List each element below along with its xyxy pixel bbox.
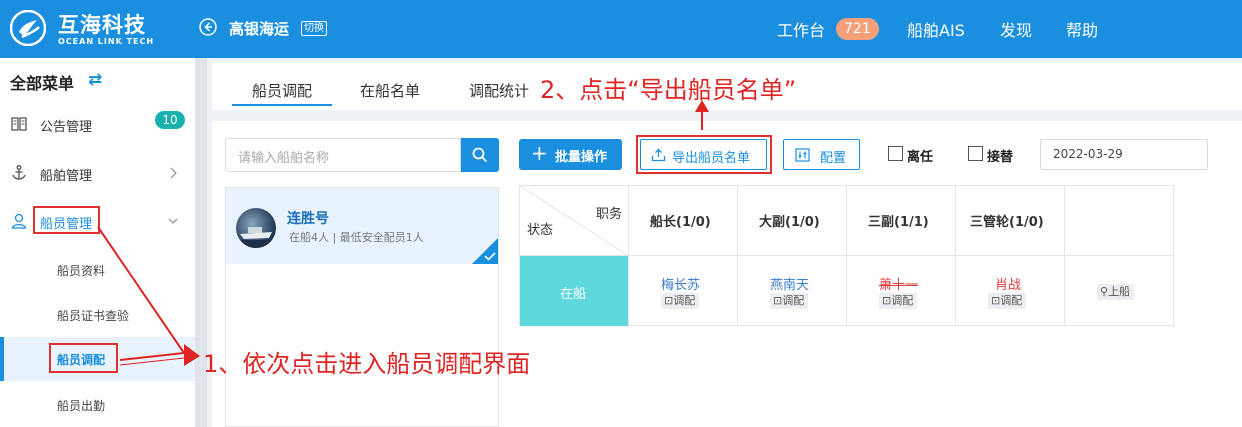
annotation-step-2: 2、点击“导出船员名单” (540, 76, 797, 104)
annotation-step-1: 1、依次点击进入船员调配界面 (203, 350, 531, 378)
annotation-arrows (97, 100, 709, 366)
